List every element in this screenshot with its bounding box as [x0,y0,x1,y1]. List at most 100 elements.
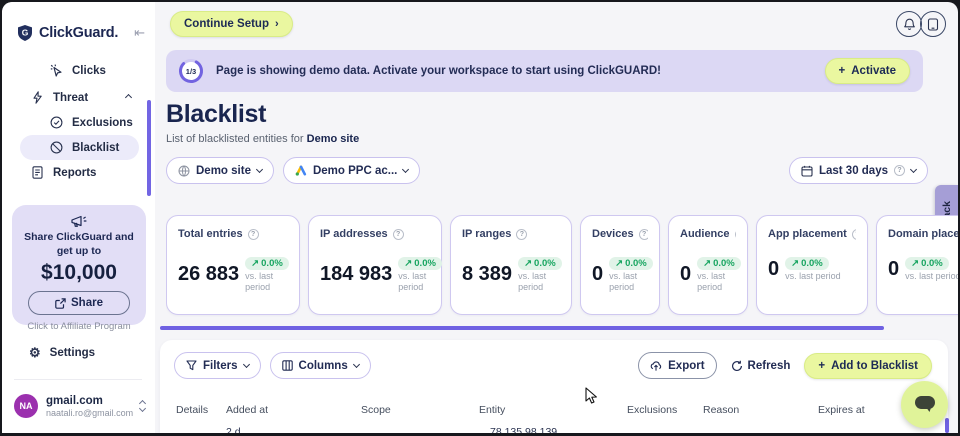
info-icon: ? [393,229,404,240]
column-header-exclusions[interactable]: Exclusions [627,404,677,416]
page-subtitle-site: Demo site [307,133,360,145]
refresh-button[interactable]: Refresh [731,360,791,372]
cards-horizontal-scrollbar[interactable] [160,326,884,330]
table-toolbar: Filters Columns Export [174,352,932,379]
sidebar-item-blacklist[interactable]: Blacklist [20,135,139,160]
activate-button[interactable]: + Activate [825,58,910,84]
info-icon: ? [516,229,527,240]
sidebar-scrollbar[interactable] [147,100,151,196]
settings-label: Settings [50,347,95,359]
columns-icon [282,360,293,371]
stat-label: IP addresses [320,228,388,240]
filters-label: Filters [203,360,238,372]
chat-launcher-button[interactable] [901,381,948,428]
column-header-added-at[interactable]: Added at [226,404,268,416]
sidebar-item-label: Exclusions [72,117,133,129]
chevron-down-icon [402,166,409,173]
ppc-account-label: Demo PPC ac... [313,165,397,177]
stat-value: 0 [592,263,603,286]
affiliate-promo-card[interactable]: Share ClickGuard and get up to $10,000 S… [12,205,146,325]
stat-vs-label: vs. last period [905,271,958,282]
guide-button[interactable] [920,11,946,37]
bell-icon [903,18,916,31]
columns-button[interactable]: Columns [270,352,371,379]
megaphone-icon [70,214,88,229]
promo-amount: $10,000 [12,261,146,285]
setup-progress-ring: 1/3 [178,58,204,84]
sidebar-item-threat[interactable]: Threat [2,85,155,110]
stat-label: Audience [680,228,730,240]
chevron-down-icon [353,361,360,368]
chevron-down-icon [242,361,249,368]
external-link-icon [55,298,66,309]
collapse-sidebar-icon[interactable]: ⇤ [134,25,145,41]
stat-card-ip-ranges: IP ranges? 8 389 ↗0.0% vs. last period [450,215,572,315]
stat-value: 184 983 [320,263,392,286]
columns-label: Columns [299,360,348,372]
sidebar-item-reports[interactable]: Reports [2,160,155,185]
account-switcher[interactable]: NA gmail.com naatali.ro@gmail.com [14,394,145,418]
book-icon [927,18,939,31]
column-header-details[interactable]: Details [176,404,208,416]
export-cloud-icon [650,360,662,372]
chevron-up-down-icon [140,401,145,411]
column-header-scope[interactable]: Scope [361,404,391,416]
check-circle-icon [49,116,63,129]
setup-step-label: 1/3 [178,58,204,84]
chevron-up-icon [125,94,132,101]
chevron-down-icon [910,166,917,173]
refresh-icon [731,360,743,372]
info-icon: ? [735,229,736,240]
sidebar-item-settings[interactable]: ⚙ Settings [29,346,95,359]
table-vertical-scrollbar[interactable] [945,418,949,433]
column-header-entity[interactable]: Entity [479,404,505,416]
blocked-icon [49,141,63,154]
ppc-account-selector[interactable]: Demo PPC ac... [283,157,420,184]
demo-data-banner: 1/3 Page is showing demo data. Activate … [166,50,923,92]
column-header-expires-at[interactable]: Expires at [818,404,865,416]
export-button[interactable]: Export [638,352,716,379]
date-range-label: Last 30 days [819,165,888,177]
stat-label: Domain placement [888,228,958,240]
continue-setup-button[interactable]: Continue Setup › [170,11,293,37]
stat-delta: 0.0% [713,258,735,269]
stat-vs-label: vs. last period [609,271,648,293]
stat-card-audience: Audience? 0 ↗0.0% vs. last period [668,215,748,315]
column-header-reason[interactable]: Reason [703,404,739,416]
filters-button[interactable]: Filters [174,352,261,379]
trend-up-icon: ↗ [911,258,919,269]
stat-value: 0 [888,258,899,281]
chat-bubble-icon [914,395,936,414]
site-selector[interactable]: Demo site [166,157,274,184]
info-icon: ? [894,165,905,176]
trend-up-icon: ↗ [791,258,799,269]
page-title: Blacklist [166,100,266,129]
share-button[interactable]: Share [28,291,130,315]
notifications-button[interactable] [896,11,922,37]
stat-card-ip-addresses: IP addresses? 184 983 ↗0.0% vs. last per… [308,215,442,315]
stat-vs-label: vs. last period [245,271,288,293]
site-selector-label: Demo site [196,165,251,177]
gear-icon: ⚙ [29,346,41,359]
trend-up-icon: ↗ [703,258,711,269]
sidebar-item-clicks[interactable]: Clicks [2,58,155,83]
stat-delta: 0.0% [414,258,436,269]
trend-up-icon: ↗ [524,258,532,269]
sidebar-item-label: Blacklist [72,142,119,154]
stat-label: Total entries [178,228,243,240]
chevron-down-icon [256,166,263,173]
stat-vs-label: vs. last period [785,271,841,282]
promo-footer: Click to Affiliate Program [12,321,146,332]
stat-vs-label: vs. last period [518,271,560,293]
plus-icon: + [818,360,825,372]
sidebar-item-label: Threat [53,92,88,104]
sidebar-item-exclusions[interactable]: Exclusions [2,110,155,135]
sidebar-divider [14,379,142,380]
export-label: Export [668,360,704,372]
stat-label: Devices [592,228,634,240]
add-to-blacklist-label: Add to Blacklist [831,360,918,372]
add-to-blacklist-button[interactable]: + Add to Blacklist [804,353,932,379]
table-row[interactable]: 2 d 78.135.98.139 [160,426,948,433]
report-document-icon [30,166,44,179]
date-range-selector[interactable]: Last 30 days ? [789,157,928,184]
